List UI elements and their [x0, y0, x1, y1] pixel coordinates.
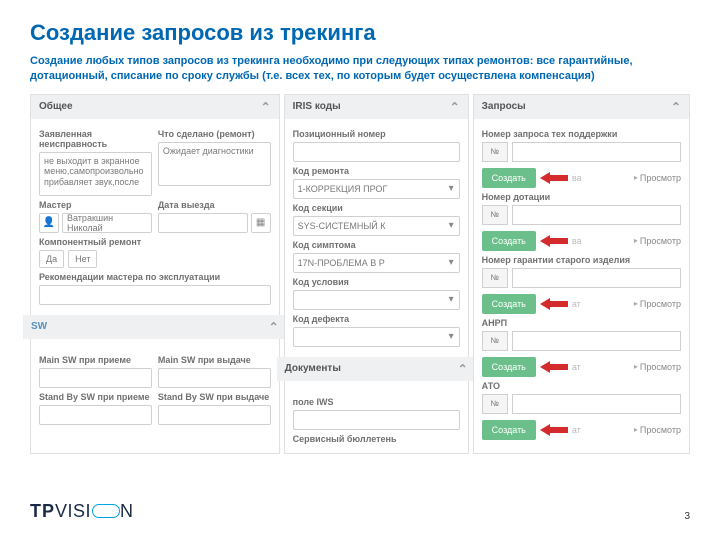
subsidy-label: Номер дотации	[482, 192, 681, 202]
requests-header[interactable]: Запросы ⌃	[474, 95, 689, 119]
pos-label: Позиционный номер	[293, 129, 460, 139]
warranty-old-label: Номер гарантии старого изделия	[482, 255, 681, 265]
collapse-icon[interactable]: ⌃	[458, 362, 468, 376]
num-label: №	[482, 205, 508, 225]
brand-logo: TPVISIN	[30, 501, 134, 522]
tracking-form: Общее ⌃ Заявленная неисправность не выхо…	[30, 94, 690, 454]
page-subtitle: Создание любых типов запросов из трекинг…	[30, 54, 690, 84]
master-label: Мастер	[39, 200, 152, 210]
tech-number-input[interactable]	[512, 142, 681, 162]
annotation-arrow-icon	[540, 296, 568, 312]
view-tech-link[interactable]: Просмотр	[634, 173, 681, 183]
create-warranty-old-button[interactable]: Создать	[482, 294, 536, 314]
recommendations-input[interactable]	[39, 285, 271, 305]
standby-sw-in-input[interactable]	[39, 405, 152, 425]
component-yes-button[interactable]: Да	[39, 250, 64, 268]
iws-label: поле IWS	[293, 397, 460, 407]
component-label: Компонентный ремонт	[39, 237, 271, 247]
pos-input[interactable]	[293, 142, 460, 162]
user-icon[interactable]: 👤	[39, 213, 59, 233]
num-label: №	[482, 268, 508, 288]
component-no-button[interactable]: Нет	[68, 250, 97, 268]
sb-label: Сервисный бюллетень	[293, 434, 460, 444]
fault-textarea[interactable]: не выходит в экранное меню,самопроизволь…	[39, 152, 152, 196]
view-anrp-link[interactable]: Просмотр	[634, 362, 681, 372]
annotation-arrow-icon	[540, 170, 568, 186]
col-general: Общее ⌃ Заявленная неисправность не выхо…	[30, 94, 280, 454]
master-input[interactable]: Ватракшин Николай	[62, 213, 152, 233]
col-requests: Запросы ⌃ Номер запроса тех поддержки № …	[473, 94, 690, 454]
date-label: Дата выезда	[158, 200, 271, 210]
standby-sw-out-label: Stand By SW при выдаче	[158, 392, 271, 402]
iris-header[interactable]: IRIS коды ⌃	[285, 95, 468, 119]
symptom-code-label: Код симптома	[293, 240, 460, 250]
page-number: 3	[684, 511, 690, 522]
general-header[interactable]: Общее ⌃	[31, 95, 279, 119]
condition-code-label: Код условия	[293, 277, 460, 287]
defect-code-label: Код дефекта	[293, 314, 460, 324]
view-subsidy-link[interactable]: Просмотр	[634, 236, 681, 246]
recommendations-label: Рекомендации мастера по эксплуатации	[39, 272, 271, 282]
main-sw-in-label: Main SW при приеме	[39, 355, 152, 365]
sw-header[interactable]: SW ⌃	[23, 315, 287, 339]
symptom-code-select[interactable]: 17N-ПРОБЛЕМА В Р	[293, 253, 460, 273]
create-subsidy-button[interactable]: Создать	[482, 231, 536, 251]
create-anrp-button[interactable]: Создать	[482, 357, 536, 377]
section-code-select[interactable]: SYS-СИСТЕМНЫЙ К	[293, 216, 460, 236]
standby-sw-in-label: Stand By SW при приеме	[39, 392, 152, 402]
anrp-number-input[interactable]	[512, 331, 681, 351]
documents-header[interactable]: Документы ⌃	[277, 357, 476, 381]
calendar-icon[interactable]: ▦	[251, 213, 271, 233]
iws-input[interactable]	[293, 410, 460, 430]
ato-label: АТО	[482, 381, 681, 391]
done-textarea[interactable]: Ожидает диагностики	[158, 142, 271, 186]
section-code-label: Код секции	[293, 203, 460, 213]
collapse-icon[interactable]: ⌃	[261, 100, 271, 114]
anrp-label: АНРП	[482, 318, 681, 328]
done-label: Что сделано (ремонт)	[158, 129, 271, 139]
num-label: №	[482, 394, 508, 414]
annotation-arrow-icon	[540, 422, 568, 438]
num-label: №	[482, 142, 508, 162]
date-input[interactable]	[158, 213, 248, 233]
view-warranty-old-link[interactable]: Просмотр	[634, 299, 681, 309]
main-sw-out-input[interactable]	[158, 368, 271, 388]
annotation-arrow-icon	[540, 359, 568, 375]
subsidy-number-input[interactable]	[512, 205, 681, 225]
main-sw-out-label: Main SW при выдаче	[158, 355, 271, 365]
annotation-arrow-icon	[540, 233, 568, 249]
create-ato-button[interactable]: Создать	[482, 420, 536, 440]
tech-label: Номер запроса тех поддержки	[482, 129, 681, 139]
collapse-icon[interactable]: ⌃	[450, 100, 460, 114]
standby-sw-out-input[interactable]	[158, 405, 271, 425]
warranty-old-number-input[interactable]	[512, 268, 681, 288]
defect-code-select[interactable]	[293, 327, 460, 347]
condition-code-select[interactable]	[293, 290, 460, 310]
ato-number-input[interactable]	[512, 394, 681, 414]
view-ato-link[interactable]: Просмотр	[634, 425, 681, 435]
repair-code-label: Код ремонта	[293, 166, 460, 176]
num-label: №	[482, 331, 508, 351]
page-title: Создание запросов из трекинга	[30, 20, 690, 46]
main-sw-in-input[interactable]	[39, 368, 152, 388]
fault-label: Заявленная неисправность	[39, 129, 152, 149]
create-tech-button[interactable]: Создать	[482, 168, 536, 188]
collapse-icon[interactable]: ⌃	[269, 320, 279, 334]
col-iris: IRIS коды ⌃ Позиционный номер Код ремонт…	[284, 94, 469, 454]
collapse-icon[interactable]: ⌃	[671, 100, 681, 114]
repair-code-select[interactable]: 1-КОРРЕКЦИЯ ПРОГ	[293, 179, 460, 199]
